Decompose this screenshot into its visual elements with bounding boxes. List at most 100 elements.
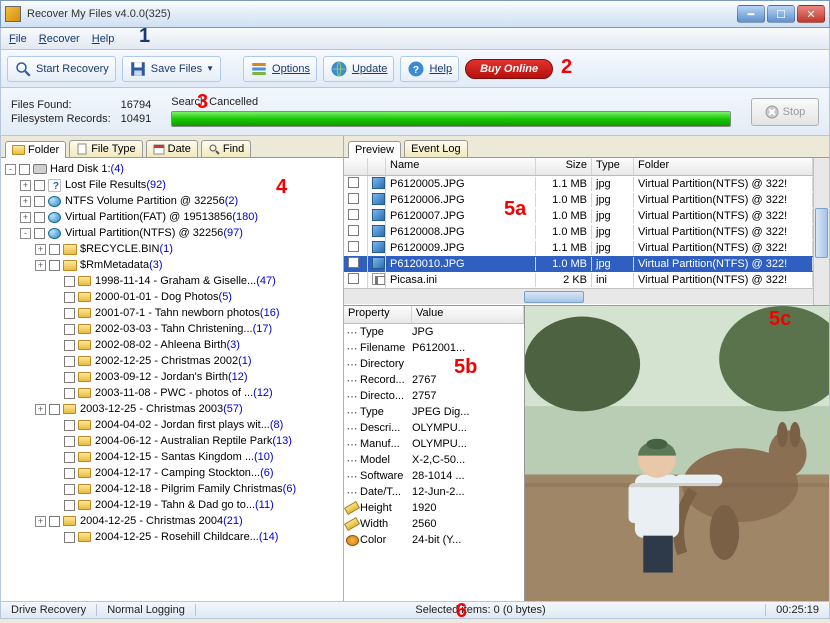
- checkbox[interactable]: [348, 225, 359, 236]
- tree-node[interactable]: 2002-08-02 - Ahleena Birth (3): [5, 337, 339, 353]
- checkbox[interactable]: [348, 209, 359, 220]
- checkbox[interactable]: [64, 356, 75, 367]
- property-row[interactable]: ⋯Directo...2757: [344, 388, 524, 404]
- save-files-button[interactable]: Save Files ▼: [122, 56, 221, 82]
- tree-node[interactable]: +Lost File Results (92): [5, 177, 339, 193]
- tree-node[interactable]: 2004-12-15 - Santas Kingdom ... (10): [5, 449, 339, 465]
- expander-icon[interactable]: -: [20, 228, 31, 239]
- file-list-vscroll[interactable]: [813, 158, 829, 305]
- checkbox[interactable]: [34, 180, 45, 191]
- buy-online-button[interactable]: Buy Online: [465, 59, 553, 79]
- expander-icon[interactable]: +: [35, 516, 46, 527]
- tree-node[interactable]: 1998-11-14 - Graham & Giselle... (47): [5, 273, 339, 289]
- checkbox[interactable]: [64, 452, 75, 463]
- menu-help[interactable]: Help: [92, 33, 115, 45]
- checkbox[interactable]: [64, 500, 75, 511]
- col-value[interactable]: Value: [412, 306, 524, 323]
- update-button[interactable]: Update: [323, 56, 394, 82]
- tree-node[interactable]: 2004-12-25 - Rosehill Childcare... (14): [5, 529, 339, 545]
- property-row[interactable]: ⋯Manuf...OLYMPU...: [344, 436, 524, 452]
- checkbox[interactable]: [64, 420, 75, 431]
- property-row[interactable]: Height1920: [344, 500, 524, 516]
- checkbox[interactable]: [34, 212, 45, 223]
- expander-icon[interactable]: +: [35, 260, 46, 271]
- file-row[interactable]: P6120008.JPG1.0 MBjpgVirtual Partition(N…: [344, 224, 813, 240]
- checkbox[interactable]: [64, 276, 75, 287]
- property-row[interactable]: ⋯Directory: [344, 356, 524, 372]
- folder-tree[interactable]: -Hard Disk 1: (4)+Lost File Results (92)…: [1, 158, 343, 601]
- tree-node[interactable]: 2004-12-17 - Camping Stockton... (6): [5, 465, 339, 481]
- tree-node[interactable]: 2003-11-08 - PWC - photos of ... (12): [5, 385, 339, 401]
- property-row[interactable]: ⋯ModelX-2,C-50...: [344, 452, 524, 468]
- col-size[interactable]: Size: [536, 158, 592, 175]
- expander-icon[interactable]: +: [20, 212, 31, 223]
- file-row[interactable]: P6120007.JPG1.0 MBjpgVirtual Partition(N…: [344, 208, 813, 224]
- checkbox[interactable]: [34, 228, 45, 239]
- col-property[interactable]: Property: [344, 306, 412, 323]
- property-row[interactable]: ⋯TypeJPG: [344, 324, 524, 340]
- tree-node[interactable]: 2003-09-12 - Jordan's Birth (12): [5, 369, 339, 385]
- checkbox[interactable]: [348, 193, 359, 204]
- tree-node[interactable]: 2004-12-18 - Pilgrim Family Christmas (6…: [5, 481, 339, 497]
- col-name[interactable]: Name: [386, 158, 536, 175]
- file-row[interactable]: P6120005.JPG1.1 MBjpgVirtual Partition(N…: [344, 176, 813, 192]
- tree-node[interactable]: 2004-12-19 - Tahn & Dad go to... (11): [5, 497, 339, 513]
- checkbox[interactable]: [64, 292, 75, 303]
- tree-node[interactable]: 2002-03-03 - Tahn Christening... (17): [5, 321, 339, 337]
- tree-node[interactable]: +2003-12-25 - Christmas 2003 (57): [5, 401, 339, 417]
- properties-list[interactable]: ⋯TypeJPG⋯FilenameP612001...⋯Directory⋯Re…: [344, 324, 524, 601]
- expander-icon[interactable]: +: [20, 180, 31, 191]
- checkbox[interactable]: [49, 244, 60, 255]
- menu-recover[interactable]: Recover: [39, 33, 80, 45]
- property-row[interactable]: Width2560: [344, 516, 524, 532]
- property-row[interactable]: Color24-bit (Y...: [344, 532, 524, 548]
- checkbox[interactable]: [49, 260, 60, 271]
- tree-node[interactable]: 2004-04-02 - Jordan first plays wit... (…: [5, 417, 339, 433]
- tree-node[interactable]: +NTFS Volume Partition @ 32256 (2): [5, 193, 339, 209]
- checkbox[interactable]: [19, 164, 30, 175]
- tab-event-log[interactable]: Event Log: [404, 140, 468, 157]
- tab-find[interactable]: Find: [201, 140, 251, 157]
- checkbox[interactable]: [64, 468, 75, 479]
- expander-icon[interactable]: +: [35, 404, 46, 415]
- property-row[interactable]: ⋯Software28-1014 ...: [344, 468, 524, 484]
- checkbox[interactable]: [348, 177, 359, 188]
- file-row[interactable]: P6120006.JPG1.0 MBjpgVirtual Partition(N…: [344, 192, 813, 208]
- menu-file[interactable]: File: [9, 33, 27, 45]
- tab-folder[interactable]: Folder: [5, 141, 66, 158]
- start-recovery-button[interactable]: Start Recovery: [7, 56, 116, 82]
- property-row[interactable]: ⋯Date/T...12-Jun-2...: [344, 484, 524, 500]
- expander-icon[interactable]: -: [5, 164, 16, 175]
- file-row[interactable]: Picasa.ini2 KBiniVirtual Partition(NTFS)…: [344, 272, 813, 288]
- file-row[interactable]: P6120009.JPG1.1 MBjpgVirtual Partition(N…: [344, 240, 813, 256]
- checkbox[interactable]: [64, 308, 75, 319]
- tab-file-type[interactable]: File Type: [69, 140, 142, 157]
- checkbox[interactable]: [49, 516, 60, 527]
- file-row[interactable]: P6120010.JPG1.0 MBjpgVirtual Partition(N…: [344, 256, 813, 272]
- close-button[interactable]: ✕: [797, 5, 825, 23]
- checkbox[interactable]: [64, 484, 75, 495]
- tree-node[interactable]: 2000-01-01 - Dog Photos (5): [5, 289, 339, 305]
- checkbox[interactable]: [64, 340, 75, 351]
- col-type[interactable]: Type: [592, 158, 634, 175]
- checkbox[interactable]: [64, 436, 75, 447]
- tab-date[interactable]: Date: [146, 140, 198, 157]
- checkbox[interactable]: [348, 241, 359, 252]
- property-row[interactable]: ⋯Record...2767: [344, 372, 524, 388]
- property-row[interactable]: ⋯FilenameP612001...: [344, 340, 524, 356]
- checkbox[interactable]: [49, 404, 60, 415]
- property-row[interactable]: ⋯Descri...OLYMPU...: [344, 420, 524, 436]
- expander-icon[interactable]: +: [35, 244, 46, 255]
- minimize-button[interactable]: ━: [737, 5, 765, 23]
- checkbox[interactable]: [64, 372, 75, 383]
- tree-node[interactable]: +2004-12-25 - Christmas 2004 (21): [5, 513, 339, 529]
- property-row[interactable]: ⋯TypeJPEG Dig...: [344, 404, 524, 420]
- help-button[interactable]: ? Help: [400, 56, 459, 82]
- tree-node[interactable]: -Hard Disk 1: (4): [5, 161, 339, 177]
- tree-node[interactable]: 2001-07-1 - Tahn newborn photos (16): [5, 305, 339, 321]
- tab-preview[interactable]: Preview: [348, 141, 401, 158]
- tree-node[interactable]: 2002-12-25 - Christmas 2002 (1): [5, 353, 339, 369]
- tree-node[interactable]: +$RmMetadata (3): [5, 257, 339, 273]
- tree-node[interactable]: +$RECYCLE.BIN (1): [5, 241, 339, 257]
- checkbox[interactable]: [34, 196, 45, 207]
